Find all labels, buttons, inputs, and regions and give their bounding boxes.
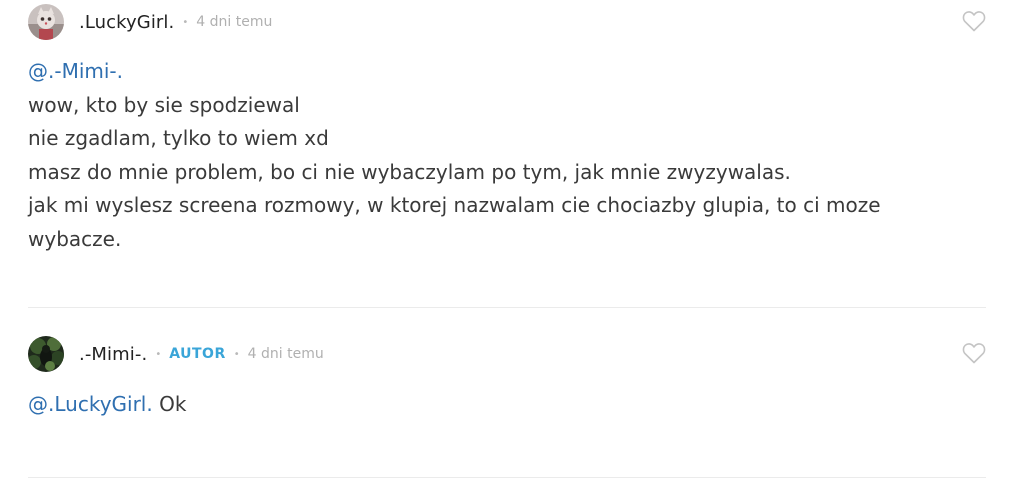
comment-body: @.-Mimi-. wow, kto by sie spodziewal nie… [28, 55, 986, 256]
comment-text-line: masz do mnie problem, bo ci nie wybaczyl… [28, 159, 791, 184]
comment: .-Mimi-. • AUTOR • 4 dni temu @.LuckyGir… [28, 309, 986, 478]
comment-text-line: wybacze. [28, 226, 122, 251]
comment-header: .-Mimi-. • AUTOR • 4 dni temu [28, 334, 986, 374]
separator-dot: • [182, 16, 189, 28]
comment-text: Ok [152, 392, 187, 416]
divider [28, 307, 986, 308]
comment-text-line: wow, kto by sie spodziewal [28, 92, 300, 117]
timestamp[interactable]: 4 dni temu [196, 14, 272, 30]
divider [28, 477, 986, 478]
heart-outline-icon[interactable] [962, 10, 986, 32]
heart-outline-icon[interactable] [962, 342, 986, 364]
username[interactable]: .-Mimi-. [79, 344, 147, 365]
avatar[interactable] [28, 4, 64, 40]
mention-link[interactable]: @.LuckyGirl. [28, 392, 153, 416]
comment-header: .LuckyGirl. • 4 dni temu [28, 2, 986, 42]
comment-body: @.LuckyGirl. Ok [28, 388, 986, 422]
separator-dot: • [233, 348, 240, 360]
comment-text-line: jak mi wyslesz screena rozmowy, w ktorej… [28, 193, 881, 217]
comment-text-line: nie zgadlam, tylko to wiem xd [28, 126, 329, 150]
avatar[interactable] [28, 336, 64, 372]
timestamp[interactable]: 4 dni temu [248, 346, 324, 362]
username[interactable]: .LuckyGirl. [79, 12, 174, 33]
author-badge: AUTOR [169, 346, 226, 362]
comment: .LuckyGirl. • 4 dni temu @.-Mimi-. wow, … [28, 0, 986, 308]
separator-dot: • [155, 348, 162, 360]
mention-link[interactable]: @.-Mimi-. [28, 59, 123, 83]
